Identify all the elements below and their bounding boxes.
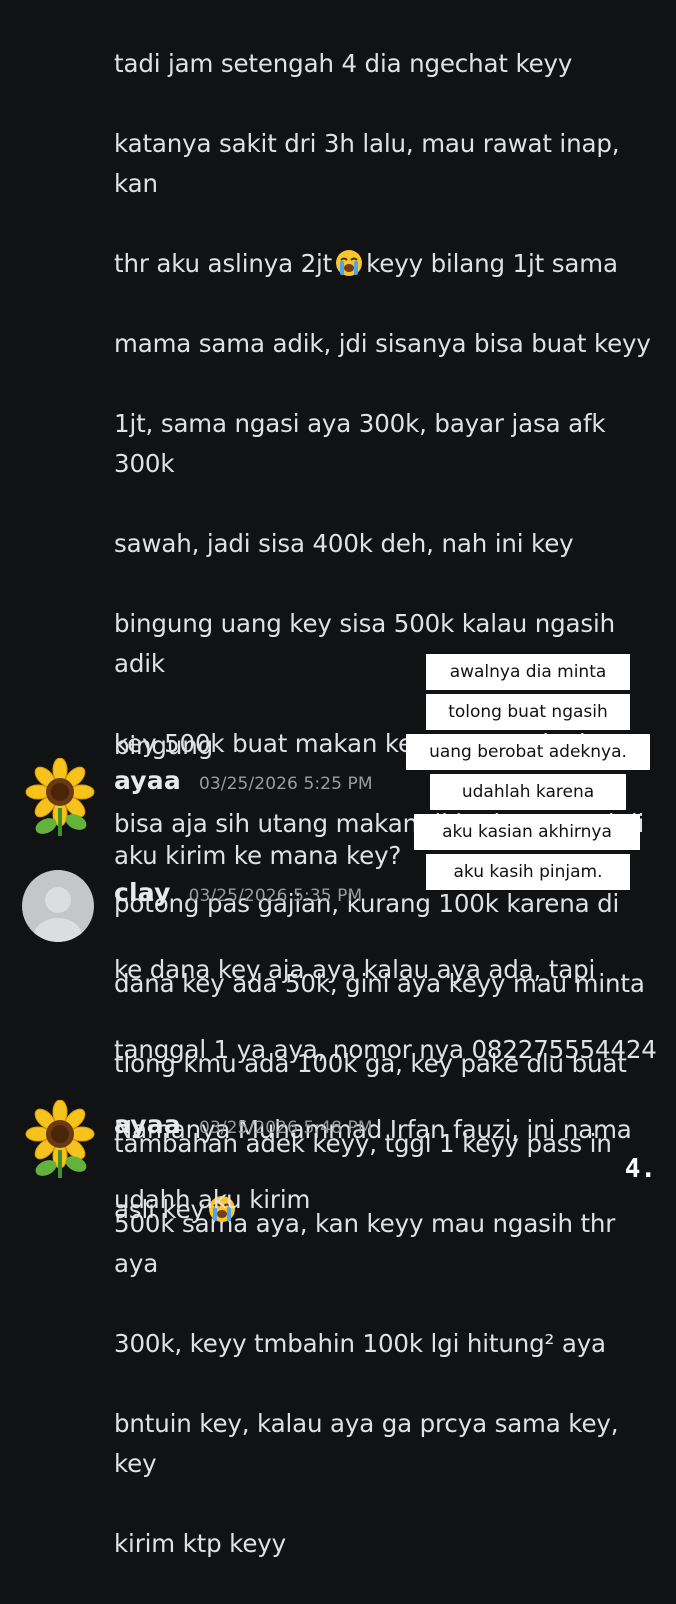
sunflower-icon xyxy=(25,757,95,836)
message-line: udahh aku kirim xyxy=(114,1185,311,1214)
annotation-note: tolong buat ngasih xyxy=(426,694,630,730)
author-name[interactable]: ayaa xyxy=(114,766,181,795)
loudly-crying-face-icon xyxy=(336,250,363,276)
message-line: tanggal 1 ya aya, nomor nya 082275554424 xyxy=(114,1035,657,1064)
message-line: tadi jam setengah 4 dia ngechat keyy xyxy=(114,49,573,78)
message-line: mama sama adik, jdi sisanya bisa buat ke… xyxy=(114,329,651,358)
sunflower-avatar[interactable] xyxy=(22,1099,95,1178)
message-line: sawah, jadi sisa 400k deh, nah ini key xyxy=(114,529,574,558)
message-line: bntuin key, kalau aya ga prcya sama key,… xyxy=(114,1409,619,1478)
message-line: 300k, keyy tmbahin 100k lgi hitung² aya xyxy=(114,1329,606,1358)
message-header-ayaa: ayaa 03/25/2026 5:25 PM xyxy=(114,766,373,795)
default-avatar[interactable] xyxy=(22,870,94,942)
author-name[interactable]: clay xyxy=(114,878,171,907)
page-number: 4. xyxy=(624,1154,656,1184)
message-line: 1jt, sama ngasi aya 300k, bayar jasa afk… xyxy=(114,409,606,478)
sunflower-icon xyxy=(25,1099,95,1178)
message-header-ayaa: ayaa 03/25/2026 5:48 PM xyxy=(114,1110,373,1139)
message-line-with-emoji: thr aku aslinya 2jt keyy bilang 1jt sama xyxy=(114,244,659,284)
annotation-note: aku kasian akhirnya xyxy=(414,814,640,850)
sunflower-avatar[interactable] xyxy=(22,757,95,836)
annotation-note: uang berobat adeknya. xyxy=(406,734,650,770)
author-name[interactable]: ayaa xyxy=(114,1110,181,1139)
message-body-ayaa: udahh aku kirim xyxy=(114,1140,659,1260)
annotation-note: aku kasih pinjam. xyxy=(426,854,630,890)
annotation-note: udahlah karena xyxy=(430,774,626,810)
message-timestamp: 03/25/2026 5:35 PM xyxy=(188,886,363,906)
user-silhouette-icon xyxy=(34,887,82,942)
chat-log: tadi jam setengah 4 dia ngechat keyy kat… xyxy=(0,0,676,1558)
message-line: kirim ktp keyy xyxy=(114,1529,286,1558)
message-line-part: thr aku aslinya 2jt xyxy=(114,249,333,278)
message-line: ke dana key aja aya kalau aya ada, tapi xyxy=(114,955,596,984)
message-header-clay: clay 03/25/2026 5:35 PM xyxy=(114,878,362,907)
message-timestamp: 03/25/2026 5:48 PM xyxy=(198,1118,373,1138)
message-line-part: keyy bilang 1jt sama xyxy=(366,249,618,278)
message-timestamp: 03/25/2026 5:25 PM xyxy=(198,774,373,794)
message-line: katanya sakit dri 3h lalu, mau rawat ina… xyxy=(114,129,620,198)
annotation-note: awalnya dia minta xyxy=(426,654,630,690)
